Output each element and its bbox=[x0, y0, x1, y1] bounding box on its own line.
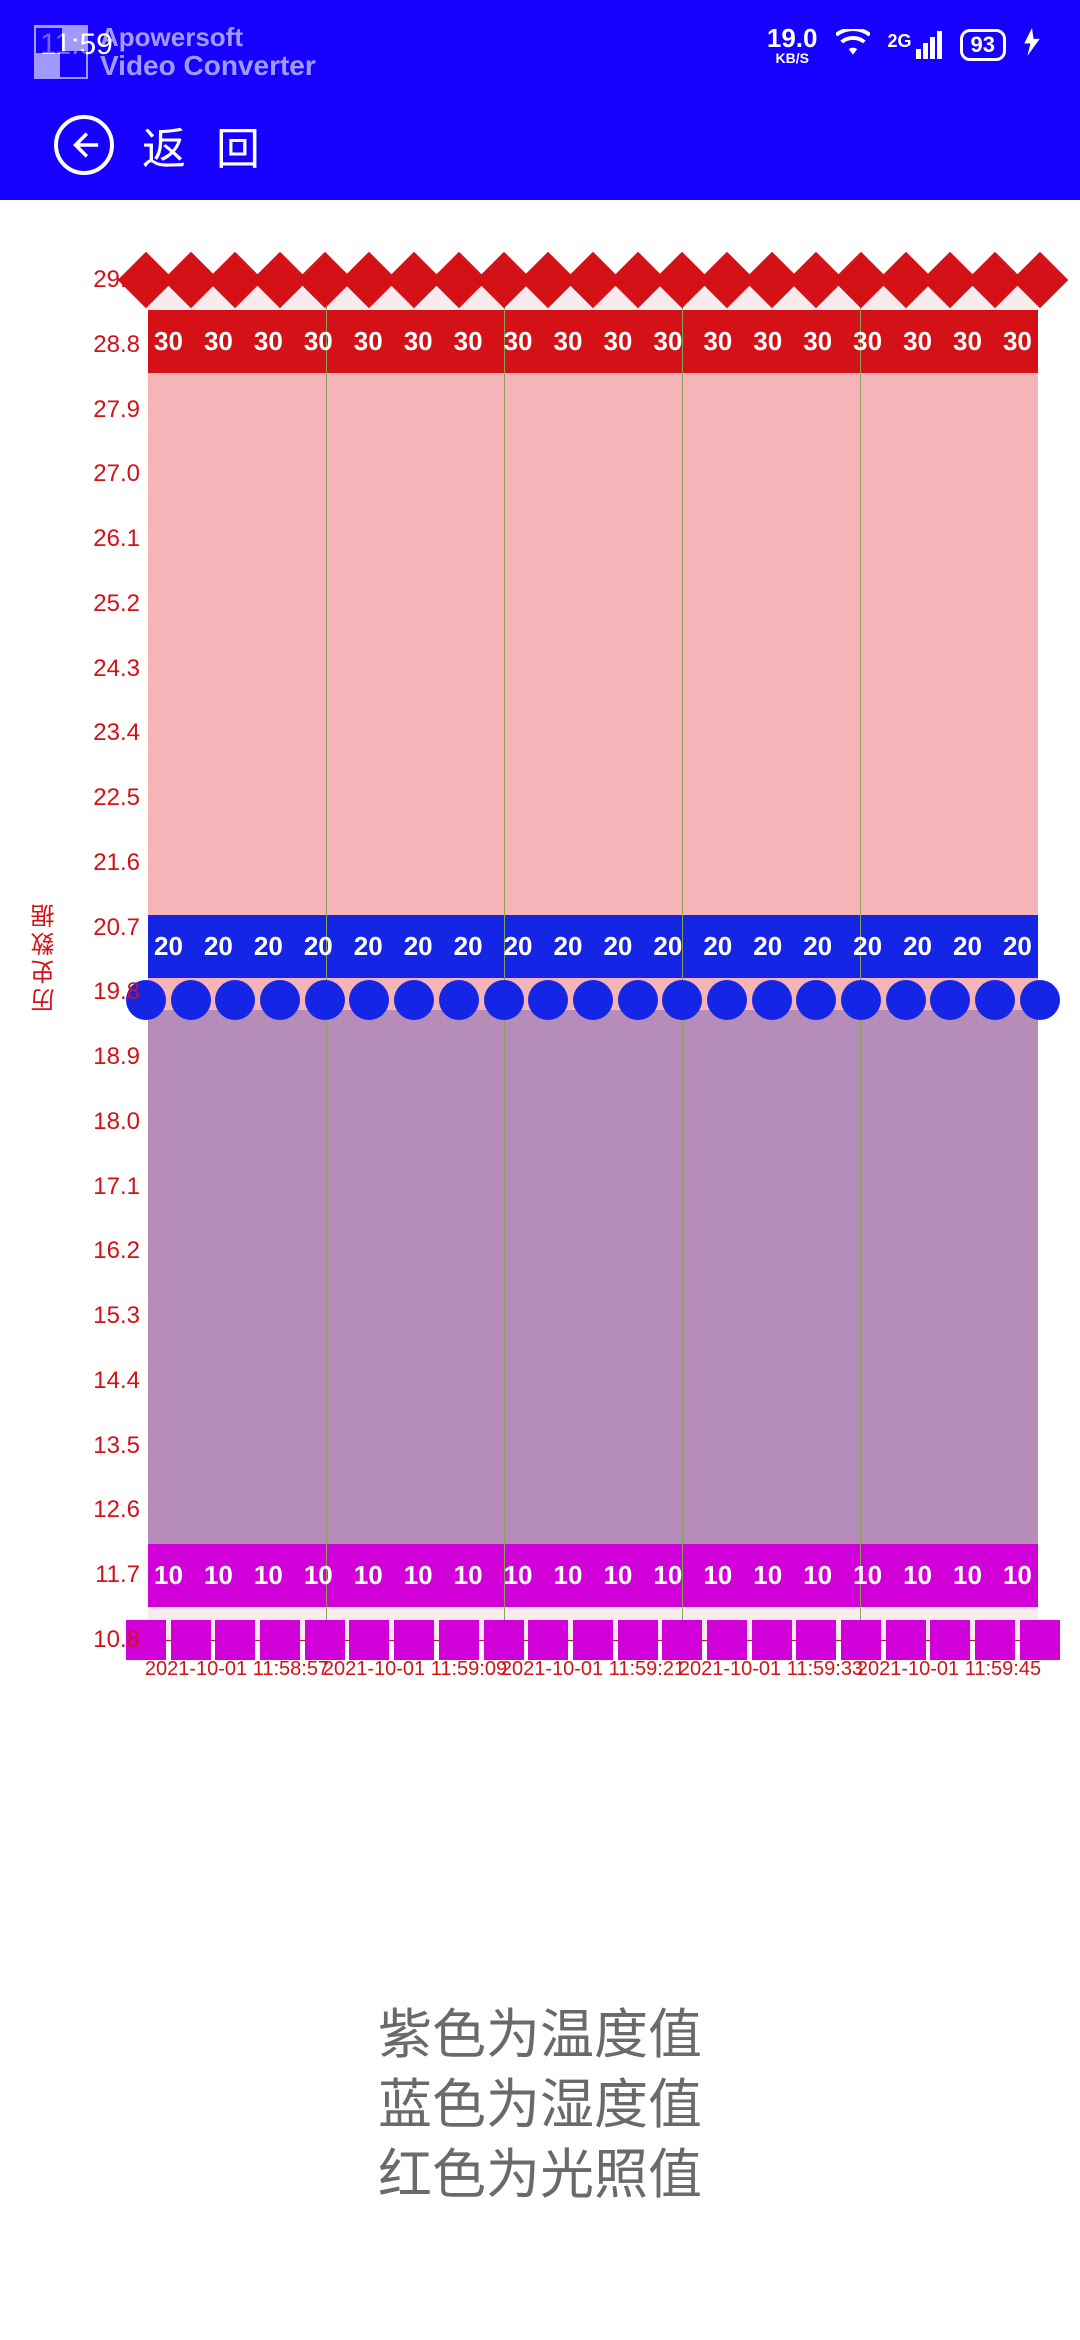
purple-fill-area bbox=[148, 1010, 1038, 1607]
y-tick: 10.8 bbox=[70, 1626, 140, 1654]
arrow-left-icon bbox=[67, 128, 101, 162]
y-tick: 28.8 bbox=[70, 331, 140, 359]
y-tick: 25.2 bbox=[70, 590, 140, 618]
x-tick: 2021-10-01 11:59:45 bbox=[839, 1658, 1059, 1681]
back-button[interactable] bbox=[54, 115, 114, 175]
y-tick: 12.6 bbox=[70, 1496, 140, 1524]
red-diamond-markers bbox=[126, 260, 1060, 300]
legend-blue: 蓝色为湿度值 bbox=[0, 2070, 1080, 2140]
y-tick: 16.2 bbox=[70, 1237, 140, 1265]
y-tick: 21.6 bbox=[70, 849, 140, 877]
y-tick: 15.3 bbox=[70, 1302, 140, 1330]
chart-legend: 紫色为温度值 蓝色为湿度值 红色为光照值 bbox=[0, 2000, 1080, 2211]
y-tick: 18.0 bbox=[70, 1108, 140, 1136]
app-header: 返回 bbox=[0, 90, 1080, 200]
cellular-icon: 2G bbox=[888, 31, 942, 59]
y-tick: 24.3 bbox=[70, 655, 140, 683]
y-tick: 14.4 bbox=[70, 1367, 140, 1395]
y-tick: 22.5 bbox=[70, 784, 140, 812]
wifi-icon bbox=[836, 29, 870, 61]
back-label: 返回 bbox=[142, 113, 290, 177]
blue-circle-markers bbox=[126, 980, 1060, 1020]
network-speed: 19.0 KB/S bbox=[767, 25, 818, 65]
y-tick: 20.7 bbox=[70, 914, 140, 942]
y-tick: 26.1 bbox=[70, 525, 140, 553]
blue-labels: 202020202020202020202020202020202020 bbox=[148, 931, 1038, 962]
y-tick: 11.7 bbox=[70, 1561, 140, 1589]
y-tick: 29.7 bbox=[70, 266, 140, 294]
charging-icon bbox=[1024, 28, 1040, 62]
y-axis-label: 历史数据 bbox=[28, 900, 63, 1012]
y-tick: 17.1 bbox=[70, 1173, 140, 1201]
y-tick: 13.5 bbox=[70, 1432, 140, 1460]
battery-icon: 93 bbox=[960, 29, 1006, 61]
apowersoft-logo-icon bbox=[34, 25, 88, 79]
y-tick: 18.9 bbox=[70, 1043, 140, 1071]
y-tick: 23.4 bbox=[70, 719, 140, 747]
history-chart[interactable]: 历史数据 30303030303030303030303030303030303… bbox=[0, 200, 1080, 1900]
legend-red: 红色为光照值 bbox=[0, 2140, 1080, 2210]
y-tick: 27.9 bbox=[70, 396, 140, 424]
red-labels: 303030303030303030303030303030303030 bbox=[148, 326, 1038, 357]
app-watermark: Apowersoft Video Converter bbox=[34, 24, 316, 81]
magenta-labels: 101010101010101010101010101010101010 bbox=[148, 1560, 1038, 1591]
magenta-square-markers bbox=[126, 1620, 1060, 1660]
chart-plot-area[interactable]: 303030303030303030303030303030303030 2020… bbox=[148, 280, 1038, 1640]
y-tick: 19.8 bbox=[70, 978, 140, 1006]
legend-purple: 紫色为温度值 bbox=[0, 2000, 1080, 2070]
red-fill-area bbox=[148, 310, 1038, 1010]
y-tick: 27.0 bbox=[70, 460, 140, 488]
